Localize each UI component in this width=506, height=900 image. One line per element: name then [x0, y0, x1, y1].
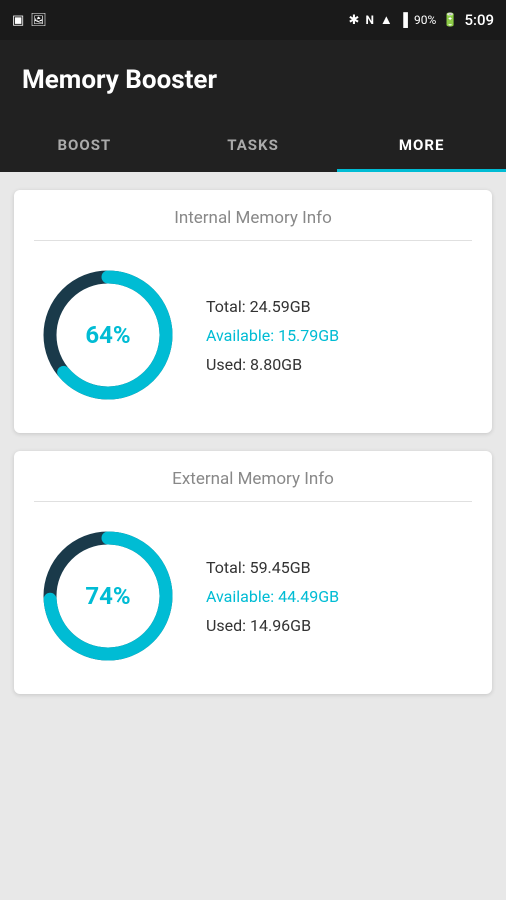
- external-donut-chart: 74%: [34, 522, 182, 670]
- tab-bar: BOOST TASKS MORE: [0, 120, 506, 172]
- internal-available: Available: 15.79GB: [206, 326, 339, 345]
- external-total: Total: 59.45GB: [206, 558, 339, 577]
- external-memory-body: 74% Total: 59.45GB Available: 44.49GB Us…: [34, 522, 472, 670]
- tab-boost[interactable]: BOOST: [0, 120, 169, 172]
- external-used: Used: 14.96GB: [206, 616, 339, 635]
- signal-icon: ▐: [399, 12, 408, 28]
- external-divider: [34, 501, 472, 502]
- internal-percent-label: 64%: [85, 321, 130, 349]
- external-memory-title: External Memory Info: [34, 469, 472, 489]
- bluetooth-icon: ✱: [349, 13, 360, 28]
- n-icon: N: [365, 13, 373, 27]
- sim-icon: ▣: [12, 13, 24, 28]
- content-area: Internal Memory Info 64% Total: 24.59GB …: [0, 172, 506, 712]
- image-icon: 🖼: [30, 13, 47, 28]
- battery-icon: 🔋: [442, 13, 458, 28]
- wifi-icon: ▲: [380, 12, 393, 28]
- internal-used: Used: 8.80GB: [206, 355, 339, 374]
- internal-memory-title: Internal Memory Info: [34, 208, 472, 228]
- status-time: 5:09: [464, 11, 494, 29]
- tab-more[interactable]: MORE: [337, 120, 506, 172]
- status-bar-left: ▣ 🖼: [12, 13, 47, 28]
- external-percent-label: 74%: [85, 582, 130, 610]
- battery-percent: 90%: [414, 13, 436, 27]
- internal-memory-body: 64% Total: 24.59GB Available: 15.79GB Us…: [34, 261, 472, 409]
- internal-divider: [34, 240, 472, 241]
- external-memory-card: External Memory Info 74% Total: 59.45GB …: [14, 451, 492, 694]
- external-available: Available: 44.49GB: [206, 587, 339, 606]
- status-bar: ▣ 🖼 ✱ N ▲ ▐ 90% 🔋 5:09: [0, 0, 506, 40]
- app-title: Memory Booster: [22, 65, 217, 95]
- app-header: Memory Booster: [0, 40, 506, 120]
- internal-total: Total: 24.59GB: [206, 297, 339, 316]
- internal-donut-chart: 64%: [34, 261, 182, 409]
- tab-tasks[interactable]: TASKS: [169, 120, 338, 172]
- internal-memory-card: Internal Memory Info 64% Total: 24.59GB …: [14, 190, 492, 433]
- internal-memory-info: Total: 24.59GB Available: 15.79GB Used: …: [206, 297, 339, 374]
- external-memory-info: Total: 59.45GB Available: 44.49GB Used: …: [206, 558, 339, 635]
